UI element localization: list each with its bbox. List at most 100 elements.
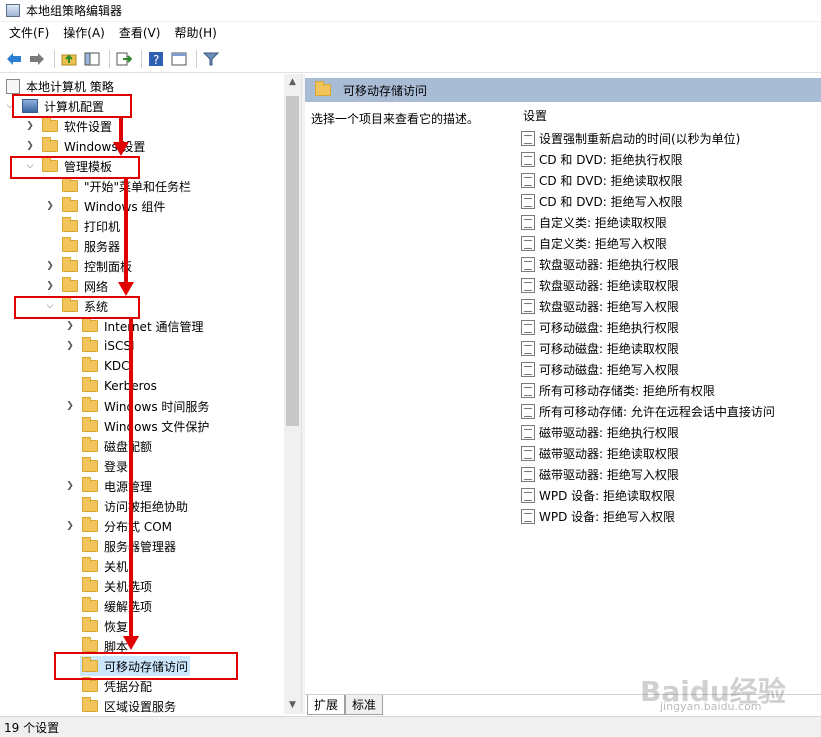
setting-row[interactable]: 软盘驱动器: 拒绝读取权限 (521, 275, 679, 295)
tree-printers[interactable]: 打印机 (62, 216, 120, 236)
tree-system-child[interactable]: 关机选项 (82, 576, 152, 596)
setting-row[interactable]: CD 和 DVD: 拒绝执行权限 (521, 149, 683, 169)
chevron-right-icon[interactable]: ❯ (64, 401, 76, 411)
scroll-thumb[interactable] (286, 96, 299, 426)
tree-system-child[interactable]: 恢复 (82, 616, 128, 636)
help-icon[interactable]: ? (146, 49, 166, 69)
menu-help[interactable]: 帮助(H) (167, 23, 223, 43)
tree-system-child[interactable]: ❯ 电源管理 (64, 476, 152, 496)
folder-icon (82, 357, 98, 372)
tree-control-panel[interactable]: ❯ 控制面板 (44, 256, 132, 276)
setting-row[interactable]: WPD 设备: 拒绝写入权限 (521, 506, 675, 526)
chevron-right-icon[interactable]: ❯ (24, 141, 36, 151)
tree-root[interactable]: 本地计算机 策略 (6, 76, 114, 96)
tree-network[interactable]: ❯ 网络 (44, 276, 108, 296)
show-tree-icon[interactable] (82, 49, 102, 69)
scroll-up-icon[interactable]: ▲ (284, 74, 301, 91)
tree-system-child[interactable]: ❯ iSCSI (64, 336, 135, 356)
setting-row[interactable]: 磁带驱动器: 拒绝读取权限 (521, 443, 679, 463)
setting-row[interactable]: 软盘驱动器: 拒绝写入权限 (521, 296, 679, 316)
export-icon[interactable] (114, 49, 134, 69)
column-header-setting[interactable]: 设置 (523, 107, 547, 124)
chevron-right-icon[interactable]: ❯ (44, 201, 56, 211)
tree-system-child[interactable]: Kerberos (82, 376, 157, 396)
toolbar: ? (0, 45, 821, 73)
folder-icon (82, 477, 98, 492)
setting-icon (521, 151, 535, 167)
setting-row[interactable]: 所有可移动存储: 允许在远程会话中直接访问 (521, 401, 775, 421)
tree-software-settings[interactable]: ❯ 软件设置 (24, 116, 112, 136)
tree-system-child[interactable]: 访问被拒绝协助 (82, 496, 188, 516)
setting-icon (521, 319, 535, 335)
chevron-right-icon[interactable]: ❯ (44, 281, 56, 291)
folder-icon (62, 217, 78, 232)
annotation-arrow-line (124, 179, 128, 283)
setting-row[interactable]: 所有可移动存储类: 拒绝所有权限 (521, 380, 715, 400)
menu-file[interactable]: 文件(F) (2, 23, 56, 43)
folder-icon (82, 417, 98, 432)
tree-system-child[interactable]: ❯ 分布式 COM (64, 516, 172, 536)
tree-system-child[interactable]: ❯ Windows 时间服务 (64, 396, 209, 416)
chevron-right-icon[interactable]: ❯ (64, 321, 76, 331)
setting-row[interactable]: 可移动磁盘: 拒绝写入权限 (521, 359, 679, 379)
setting-row[interactable]: 可移动磁盘: 拒绝执行权限 (521, 317, 679, 337)
setting-icon (521, 256, 535, 272)
setting-row[interactable]: 磁带驱动器: 拒绝执行权限 (521, 422, 679, 442)
chevron-right-icon[interactable]: ❯ (24, 121, 36, 131)
setting-row[interactable]: 自定义类: 拒绝读取权限 (521, 212, 667, 232)
tab-standard[interactable]: 标准 (345, 695, 384, 715)
filter-icon[interactable] (201, 49, 221, 69)
tree-system-child[interactable]: 关机 (82, 556, 128, 576)
setting-row[interactable]: 设置强制重新启动的时间(以秒为单位) (521, 128, 740, 148)
folder-icon (82, 557, 98, 572)
menu-action[interactable]: 操作(A) (56, 23, 112, 43)
tree-system-child[interactable]: 磁盘配额 (82, 436, 152, 456)
tree-system-child[interactable]: Windows 文件保护 (82, 416, 209, 436)
setting-row[interactable]: 磁带驱动器: 拒绝写入权限 (521, 464, 679, 484)
tree-system-child[interactable]: 区域设置服务 (82, 696, 176, 714)
details-header: 可移动存储访问 (305, 78, 821, 102)
back-icon[interactable] (4, 49, 24, 69)
setting-row[interactable]: WPD 设备: 拒绝读取权限 (521, 485, 675, 505)
folder-icon (62, 257, 78, 272)
status-bar: 19 个设置 (0, 716, 821, 737)
folder-icon (315, 81, 331, 96)
setting-icon (521, 277, 535, 293)
tab-extended[interactable]: 扩展 (307, 695, 346, 715)
folder-icon (82, 597, 98, 612)
tree-system-child[interactable]: KDC (82, 356, 130, 376)
chevron-right-icon[interactable]: ❯ (64, 481, 76, 491)
tree-scrollbar[interactable]: ▲ ▼ (284, 74, 301, 714)
folder-icon (82, 677, 98, 692)
tree-system-child[interactable]: ❯ Internet 通信管理 (64, 316, 203, 336)
tree-windows-components[interactable]: ❯ Windows 组件 (44, 196, 165, 216)
tree-system-child[interactable]: 登录 (82, 456, 128, 476)
setting-row[interactable]: CD 和 DVD: 拒绝读取权限 (521, 170, 683, 190)
folder-icon (62, 237, 78, 252)
tree-system-child[interactable]: 缓解选项 (82, 596, 152, 616)
properties-icon[interactable] (169, 49, 189, 69)
chevron-right-icon[interactable]: ❯ (44, 261, 56, 271)
tree-server[interactable]: 服务器 (62, 236, 120, 256)
chevron-right-icon[interactable]: ❯ (64, 521, 76, 531)
annotation-arrow-line (129, 319, 133, 637)
chevron-right-icon[interactable]: ❯ (64, 341, 76, 351)
setting-row[interactable]: 可移动磁盘: 拒绝读取权限 (521, 338, 679, 358)
setting-icon (521, 424, 535, 440)
up-folder-icon[interactable] (59, 49, 79, 69)
setting-icon (521, 361, 535, 377)
scroll-down-icon[interactable]: ▼ (284, 697, 301, 714)
menu-view[interactable]: 查看(V) (112, 23, 168, 43)
setting-row[interactable]: CD 和 DVD: 拒绝写入权限 (521, 191, 683, 211)
folder-icon (62, 277, 78, 292)
setting-icon (521, 193, 535, 209)
folder-icon (82, 697, 98, 712)
annotation-box-computer-config (12, 94, 132, 118)
setting-row[interactable]: 自定义类: 拒绝写入权限 (521, 233, 667, 253)
setting-row[interactable]: 软盘驱动器: 拒绝执行权限 (521, 254, 679, 274)
forward-icon[interactable] (27, 49, 47, 69)
folder-icon (82, 317, 98, 332)
folder-icon (82, 397, 98, 412)
menu-bar: 文件(F) 操作(A) 查看(V) 帮助(H) (0, 22, 821, 44)
folder-icon (42, 117, 58, 132)
